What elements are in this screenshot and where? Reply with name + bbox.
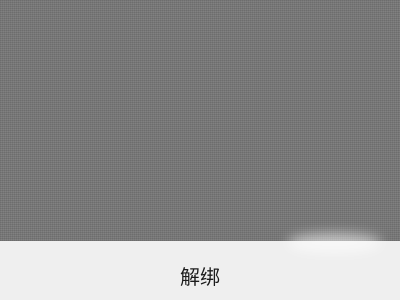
action-sheet: 解绑 <box>0 233 400 300</box>
dim-overlay[interactable] <box>0 0 400 241</box>
unbind-button[interactable]: 解绑 <box>0 253 400 297</box>
screen: 解绑 <box>0 0 400 300</box>
background-blur-highlight <box>287 233 382 253</box>
